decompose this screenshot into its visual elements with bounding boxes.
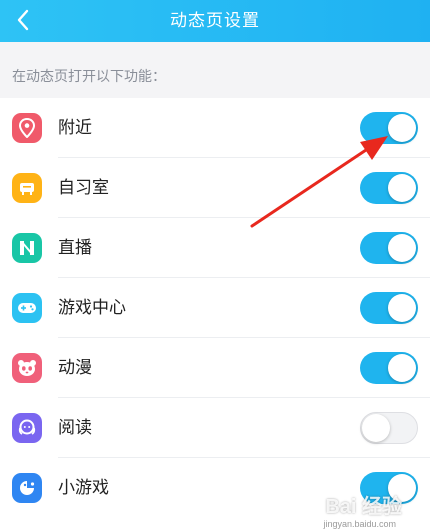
toggle-knob bbox=[388, 174, 416, 202]
list-item-reading: 阅读 bbox=[0, 398, 430, 458]
item-label: 小游戏 bbox=[58, 478, 109, 498]
list-item-live: 直播 bbox=[0, 218, 430, 278]
watermark-logo: Bai 经验 bbox=[325, 496, 402, 518]
list-item-study-room: 自习室 bbox=[0, 158, 430, 218]
mini-game-icon bbox=[12, 473, 42, 503]
item-label: 直播 bbox=[58, 238, 92, 258]
toggle-knob bbox=[388, 354, 416, 382]
study-room-icon bbox=[12, 173, 42, 203]
gamepad-icon bbox=[12, 293, 42, 323]
watermark-url: jingyan.baidu.com bbox=[323, 519, 396, 529]
list-item-nearby: 附近 bbox=[0, 98, 430, 158]
panda-icon bbox=[12, 353, 42, 383]
study-room-toggle[interactable] bbox=[360, 172, 418, 204]
toggle-knob bbox=[388, 294, 416, 322]
item-label: 动漫 bbox=[58, 358, 92, 378]
list-item-anime: 动漫 bbox=[0, 338, 430, 398]
anime-toggle[interactable] bbox=[360, 352, 418, 384]
toggle-knob bbox=[362, 414, 390, 442]
section-label: 在动态页打开以下功能： bbox=[12, 69, 166, 85]
feature-list: 附近 自习室 直播 游戏中心 动漫 阅读 小游戏 bbox=[0, 98, 430, 529]
toggle-knob bbox=[388, 114, 416, 142]
location-pin-icon bbox=[12, 113, 42, 143]
item-label: 附近 bbox=[58, 118, 92, 138]
live-icon bbox=[12, 233, 42, 263]
toggle-knob bbox=[388, 234, 416, 262]
item-label: 游戏中心 bbox=[58, 298, 126, 318]
item-label: 阅读 bbox=[58, 418, 92, 438]
live-toggle[interactable] bbox=[360, 232, 418, 264]
header-bar: 动态页设置 bbox=[0, 0, 430, 42]
item-label: 自习室 bbox=[58, 178, 109, 198]
reading-toggle[interactable] bbox=[360, 412, 418, 444]
page-title: 动态页设置 bbox=[170, 11, 260, 31]
game-center-toggle[interactable] bbox=[360, 292, 418, 324]
nearby-toggle[interactable] bbox=[360, 112, 418, 144]
list-item-game-center: 游戏中心 bbox=[0, 278, 430, 338]
reading-icon bbox=[12, 413, 42, 443]
